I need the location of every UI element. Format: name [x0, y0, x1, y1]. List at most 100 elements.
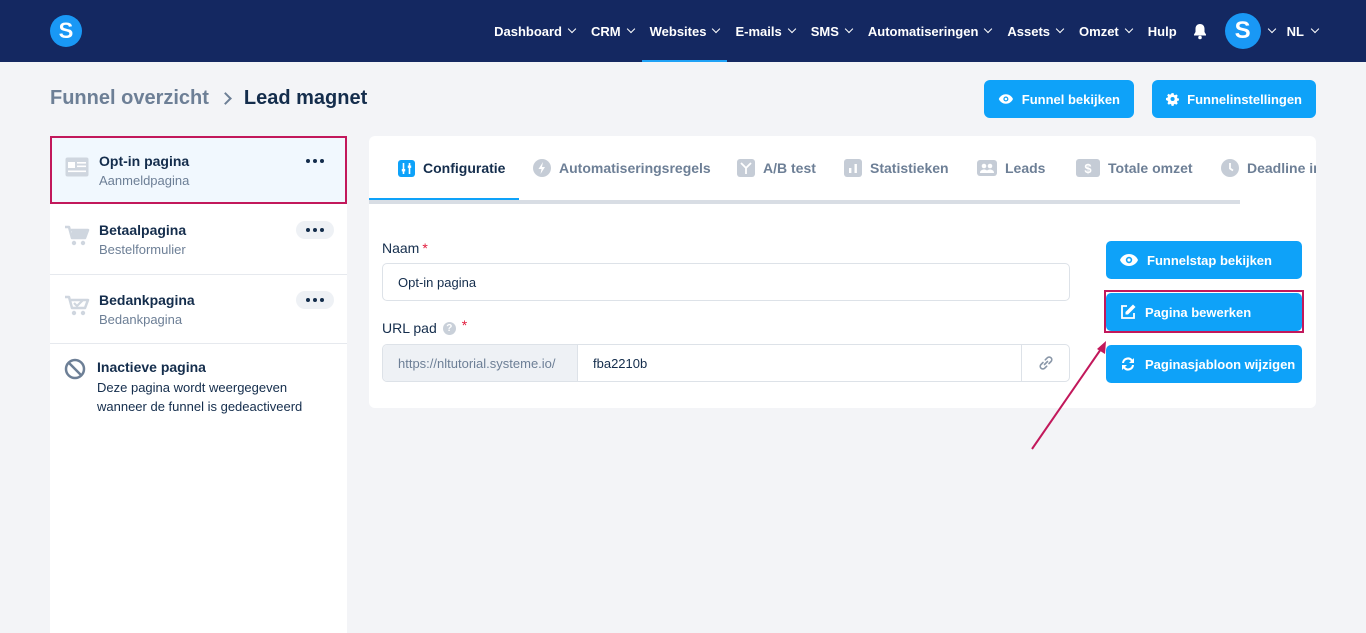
tab-label: Statistieken — [870, 160, 949, 176]
nav-help[interactable]: Hulp — [1140, 0, 1185, 62]
name-field-label: Naam * — [382, 240, 428, 256]
nav-revenue-label: Omzet — [1079, 23, 1119, 39]
tab-label: Configuratie — [423, 160, 506, 176]
annotation-arrow-icon — [1031, 341, 1106, 450]
gear-icon — [1166, 93, 1179, 106]
bolt-icon — [533, 159, 551, 177]
tabs-scrollbar[interactable] — [369, 200, 1240, 204]
step-subtitle: Aanmeldpagina — [99, 173, 190, 188]
url-path-field: https://nltutorial.systeme.io/ — [382, 344, 1070, 382]
main-nav: Dashboard CRM Websites E-mails SMS Autom… — [486, 0, 1366, 62]
sliders-icon — [398, 159, 415, 177]
language-label: NL — [1286, 23, 1304, 39]
tab-deadline[interactable]: Deadline in — [1221, 136, 1316, 200]
nav-automations[interactable]: Automatiseringen — [860, 0, 1000, 62]
bar-chart-icon — [844, 159, 862, 177]
chevron-down-icon — [787, 24, 796, 34]
systeme-logo[interactable]: S — [50, 15, 82, 47]
view-funnel-button[interactable]: Funnel bekijken — [984, 80, 1134, 118]
chevron-down-icon — [712, 24, 721, 34]
clock-icon — [1221, 159, 1239, 177]
nav-emails-label: E-mails — [735, 23, 782, 39]
dollar-icon: $ — [1076, 159, 1100, 177]
breadcrumb-funnel-overview[interactable]: Funnel overzicht — [50, 87, 209, 110]
change-template-button[interactable]: Paginasjabloon wijzigen — [1106, 345, 1302, 383]
more-options-icon[interactable] — [296, 152, 334, 170]
step-thankyou-page[interactable]: Bedankpagina Bedankpagina — [50, 275, 347, 344]
step-subtitle: Bestelformulier — [99, 242, 186, 257]
funnel-settings-button[interactable]: Funnelinstellingen — [1152, 80, 1316, 118]
name-input[interactable] — [382, 263, 1070, 301]
view-funnel-label: Funnel bekijken — [1021, 91, 1120, 107]
eye-icon — [998, 94, 1013, 104]
cart-check-icon — [64, 295, 90, 322]
step-title: Betaalpagina — [99, 222, 187, 238]
chevron-down-icon[interactable] — [1267, 24, 1276, 34]
nav-help-label: Hulp — [1147, 23, 1177, 39]
tab-label: A/B test — [763, 160, 816, 176]
nav-emails[interactable]: E-mails — [727, 0, 802, 62]
more-options-icon[interactable] — [296, 221, 334, 239]
more-options-icon[interactable] — [296, 291, 334, 309]
tab-label: Leads — [1005, 160, 1046, 176]
tab-leads[interactable]: Leads — [977, 136, 1045, 200]
nav-revenue[interactable]: Omzet — [1071, 0, 1140, 62]
tab-statistieken[interactable]: Statistieken — [844, 136, 949, 200]
svg-text:$: $ — [1084, 161, 1092, 176]
tab-totale-omzet[interactable]: $ Totale omzet — [1076, 136, 1193, 200]
url-label-text: URL pad — [382, 320, 437, 336]
chevron-down-icon — [1124, 24, 1134, 34]
nav-websites-label: Websites — [649, 23, 707, 39]
page-title: Lead magnet — [243, 87, 368, 109]
top-navbar: S Dashboard CRM Websites E-mails SMS Aut… — [0, 0, 1366, 62]
nav-dashboard[interactable]: Dashboard — [486, 0, 583, 62]
nav-crm-label: CRM — [591, 23, 621, 39]
chevron-down-icon — [1055, 24, 1065, 34]
ban-icon — [64, 358, 86, 385]
optin-page-icon — [65, 157, 89, 182]
required-marker: * — [461, 317, 468, 333]
step-title: Opt-in pagina — [99, 153, 190, 169]
user-avatar[interactable]: S — [1224, 13, 1261, 49]
nav-dashboard-label: Dashboard — [494, 23, 562, 39]
step-payment-page[interactable]: Betaalpagina Bestelformulier — [50, 205, 347, 275]
url-path-input[interactable] — [578, 345, 1021, 381]
chevron-down-icon — [844, 24, 854, 34]
required-marker: * — [422, 240, 428, 256]
nav-assets[interactable]: Assets — [999, 0, 1071, 62]
chevron-down-icon — [984, 24, 993, 34]
language-selector[interactable]: NL — [1286, 23, 1320, 39]
nav-sms-label: SMS — [810, 23, 839, 39]
inactive-page-title[interactable]: Inactieve pagina — [97, 359, 206, 375]
chevron-down-icon — [626, 24, 635, 34]
view-funnel-step-button[interactable]: Funnelstap bekijken — [1106, 241, 1302, 279]
tab-label: Automatiseringsregels — [559, 160, 711, 176]
step-title: Bedankpagina — [99, 292, 195, 308]
step-config-card: Configuratie Automatiseringsregels A/B t… — [369, 136, 1316, 408]
funnel-settings-label: Funnelinstellingen — [1187, 91, 1302, 107]
chevron-right-icon — [219, 92, 232, 105]
split-icon — [737, 159, 755, 177]
help-icon[interactable]: ? — [442, 321, 456, 335]
edit-page-highlight — [1104, 290, 1304, 333]
tab-configuratie[interactable]: Configuratie — [398, 136, 505, 200]
bell-icon[interactable] — [1187, 0, 1213, 62]
inactive-page-description: Deze pagina wordt weergegeven wanneer de… — [97, 380, 303, 414]
tab-automatiseringsregels[interactable]: Automatiseringsregels — [533, 136, 711, 200]
nav-assets-label: Assets — [1007, 23, 1051, 39]
tab-ab-test[interactable]: A/B test — [737, 136, 816, 200]
step-optin-page[interactable]: Opt-in pagina Aanmeldpagina — [50, 136, 347, 204]
step-subtitle: Bedankpagina — [99, 312, 183, 327]
nav-sms[interactable]: SMS — [803, 0, 860, 62]
nav-automations-label: Automatiseringen — [867, 23, 979, 39]
step-tabs: Configuratie Automatiseringsregels A/B t… — [369, 136, 1316, 204]
chevron-down-icon — [567, 24, 577, 34]
nav-websites[interactable]: Websites — [641, 0, 728, 62]
view-funnel-step-label: Funnelstap bekijken — [1147, 252, 1272, 268]
nav-crm[interactable]: CRM — [583, 0, 642, 62]
eye-icon — [1120, 254, 1138, 266]
breadcrumb: Funnel overzicht Lead magnet — [50, 87, 367, 110]
name-label-text: Naam — [382, 240, 420, 256]
tab-label: Totale omzet — [1108, 160, 1193, 176]
cart-icon — [64, 225, 90, 252]
